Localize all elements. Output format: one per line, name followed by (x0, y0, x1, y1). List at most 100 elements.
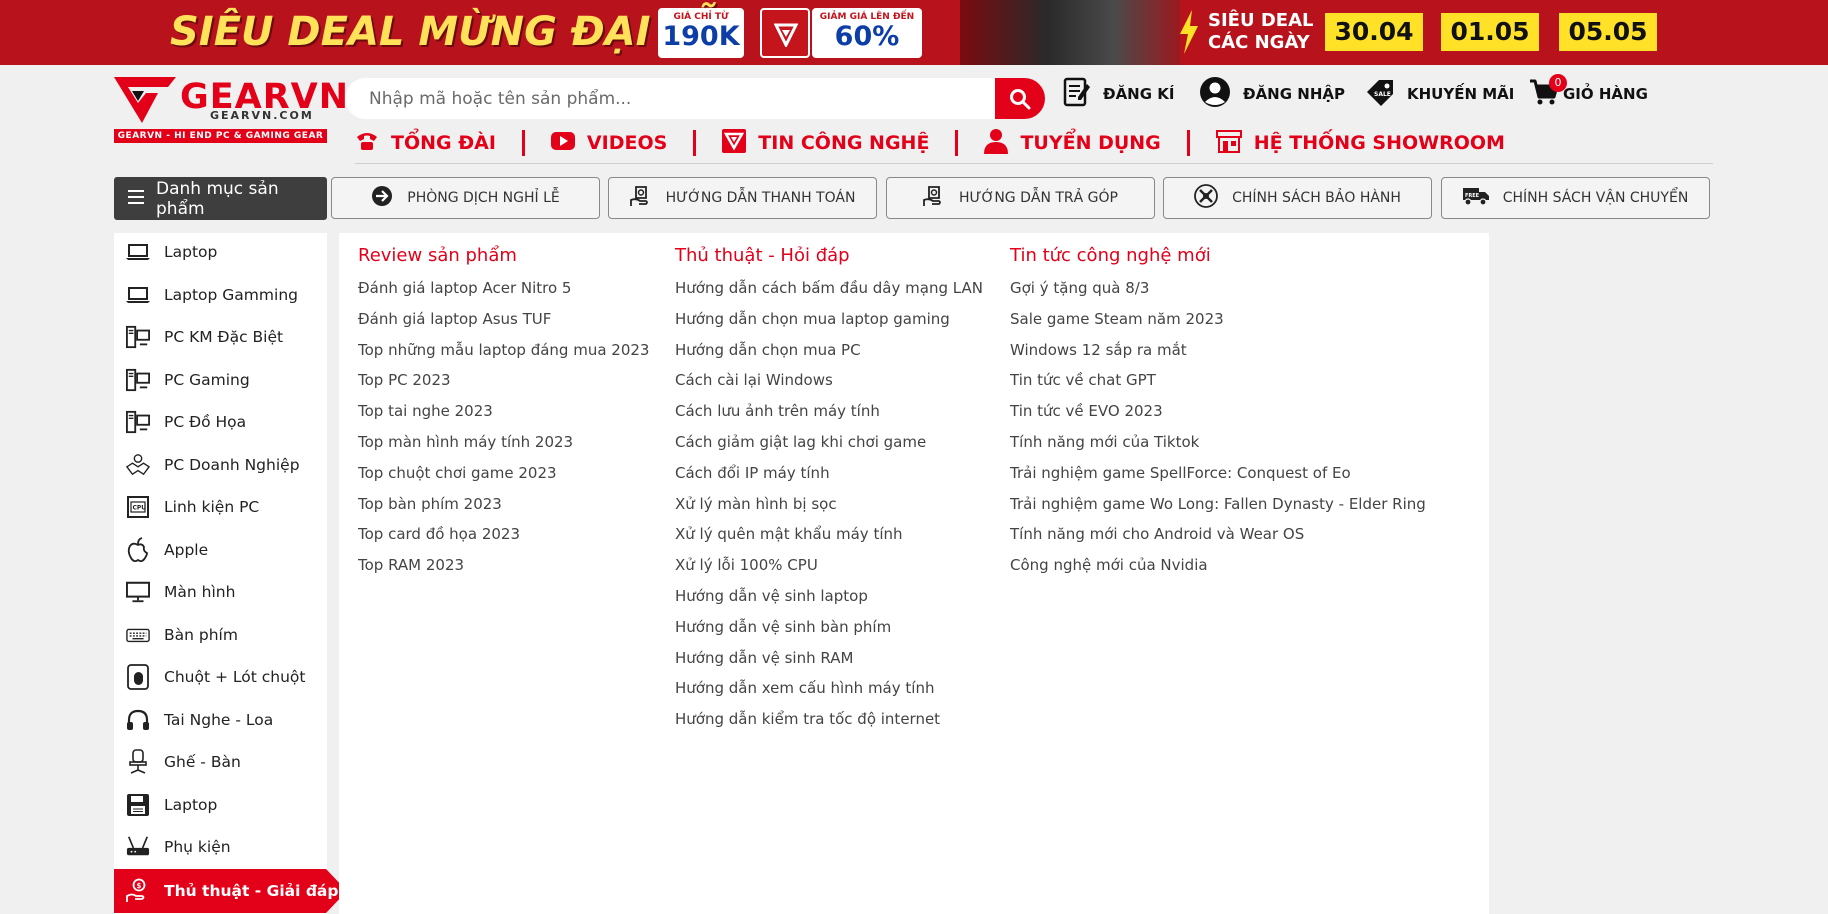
menu-link[interactable]: Top PC 2023 (358, 365, 649, 396)
menu-link[interactable]: Top RAM 2023 (358, 550, 649, 581)
menu-link[interactable]: Công nghệ mới của Nvidia (1010, 550, 1426, 581)
sidebar-item-accessories[interactable]: Phụ kiện (114, 829, 327, 865)
shipping-policy-button[interactable]: FREE CHÍNH SÁCH VẬN CHUYỂN (1441, 177, 1710, 219)
register-form-icon (1063, 76, 1091, 112)
cart-link[interactable]: 0 GIỎ HÀNG (1529, 74, 1648, 113)
nav-tech-news-label: TIN CÔNG NGHỆ (758, 132, 930, 154)
category-menu-button[interactable]: Danh mục sản phẩm (114, 177, 327, 220)
sidebar-item-label: Bàn phím (164, 626, 238, 644)
menu-link[interactable]: Hướng dẫn vệ sinh bàn phím (675, 612, 983, 643)
sidebar-item-chair[interactable]: Ghế - Bàn (114, 744, 327, 780)
menu-link[interactable]: Top card đồ họa 2023 (358, 519, 649, 550)
gearvn-logo[interactable]: GEARVN GEARVN.COM GEARVN - HI END PC & G… (114, 77, 348, 143)
truck-icon: FREE (1462, 186, 1489, 210)
menu-link[interactable]: Cách đổi IP máy tính (675, 458, 983, 489)
menu-link[interactable]: Hướng dẫn xem cấu hình máy tính (675, 673, 983, 704)
sidebar-item-apple[interactable]: Apple (114, 532, 327, 568)
sidebar-item-mouse[interactable]: Chuột + Lót chuột (114, 659, 327, 695)
nav-recruit[interactable]: TUYỂN DỤNG (984, 128, 1161, 159)
promo-banner[interactable]: SIÊU DEAL MỪNG ĐẠI LỄ GIÁ CHỈ TỪ 190K GI… (0, 0, 1828, 65)
menu-link[interactable]: Hướng dẫn chọn mua laptop gaming (675, 304, 983, 335)
search-button[interactable] (995, 78, 1045, 119)
sidebar-item-components[interactable]: CPU Linh kiện PC (114, 489, 327, 525)
menu-link[interactable]: Xử lý lỗi 100% CPU (675, 550, 983, 581)
search-input[interactable] (369, 78, 979, 119)
menu-link[interactable]: Top màn hình máy tính 2023 (358, 427, 649, 458)
register-link[interactable]: ĐĂNG KÍ (1063, 75, 1174, 113)
svg-text:SALE: SALE (1374, 91, 1391, 98)
menu-link[interactable]: Tính năng mới của Tiktok (1010, 427, 1426, 458)
payment-guide-button[interactable]: HƯỚNG DẪN THANH TOÁN (608, 177, 877, 219)
menu-link[interactable]: Hướng dẫn vệ sinh laptop (675, 581, 983, 612)
sidebar-item-label: Thủ thuật - Giải đáp (164, 882, 339, 900)
menu-link[interactable]: Cách cài lại Windows (675, 365, 983, 396)
menu-link[interactable]: Hướng dẫn kiểm tra tốc độ internet (675, 704, 983, 735)
sidebar-item-monitor[interactable]: Màn hình (114, 574, 327, 610)
menu-link[interactable]: Hướng dẫn cách bấm đầu dây mạng LAN (675, 273, 983, 304)
laptop-icon (126, 240, 150, 264)
banner-products-image (960, 0, 1180, 65)
banner-discount-box: GIẢM GIÁ LÊN ĐẾN 60% (812, 8, 922, 58)
menu-link[interactable]: Hướng dẫn chọn mua PC (675, 335, 983, 366)
menu-link[interactable]: Trải nghiệm game Wo Long: Fallen Dynasty… (1010, 489, 1426, 520)
sidebar-item-laptop-2[interactable]: Laptop (114, 787, 327, 823)
nav-showroom[interactable]: HỆ THỐNG SHOWROOM (1215, 129, 1505, 158)
sidebar-item-label: PC Gaming (164, 371, 250, 389)
menu-link[interactable]: Đánh giá laptop Asus TUF (358, 304, 649, 335)
menu-link[interactable]: Trải nghiệm game SpellForce: Conquest of… (1010, 458, 1426, 489)
menu-link[interactable]: Windows 12 sắp ra mắt (1010, 335, 1426, 366)
nav-divider (521, 130, 525, 156)
menu-link[interactable]: Xử lý màn hình bị sọc (675, 489, 983, 520)
menu-column-title[interactable]: Thủ thuật - Hỏi đáp (675, 243, 983, 269)
login-link[interactable]: ĐĂNG NHẬP (1199, 75, 1345, 113)
sidebar-item-pc-gaming[interactable]: PC Gaming (114, 362, 327, 398)
sidebar-item-label: Laptop Gamming (164, 286, 298, 304)
floppy-icon (126, 793, 150, 817)
sidebar-item-pc-business[interactable]: PC Doanh Nghiệp (114, 447, 327, 483)
menu-link[interactable]: Cách lưu ảnh trên máy tính (675, 396, 983, 427)
menu-link[interactable]: Đánh giá laptop Acer Nitro 5 (358, 273, 649, 304)
menu-column-title[interactable]: Tin tức công nghệ mới (1010, 243, 1426, 269)
menu-link[interactable]: Top chuột chơi game 2023 (358, 458, 649, 489)
nav-videos[interactable]: VIDEOS (550, 131, 667, 155)
installment-guide-button[interactable]: HƯỚNG DẪN TRẢ GÓP (886, 177, 1155, 219)
sidebar-item-pc-graphics[interactable]: PC Đồ Họa (114, 404, 327, 440)
menu-column-title[interactable]: Review sản phẩm (358, 243, 649, 269)
banner-deal-line2: CÁC NGÀY (1208, 32, 1310, 53)
sidebar-item-label: PC KM Đặc Biệt (164, 328, 284, 346)
menu-link[interactable]: Top những mẫu laptop đáng mua 2023 (358, 335, 649, 366)
menu-link[interactable]: Tính năng mới cho Android và Wear OS (1010, 519, 1426, 550)
banner-discount-value: 60% (834, 21, 900, 52)
menu-link[interactable]: Tin tức về EVO 2023 (1010, 396, 1426, 427)
menu-link[interactable]: Xử lý quên mật khẩu máy tính (675, 519, 983, 550)
holiday-notice-button[interactable]: PHÒNG DỊCH NGHỈ LỄ (331, 177, 600, 219)
menu-link[interactable]: Top tai nghe 2023 (358, 396, 649, 427)
sidebar-item-laptop-gaming[interactable]: Laptop Gamming (114, 277, 327, 313)
pc-icon (126, 325, 150, 349)
nav-hotline[interactable]: TỔNG ĐÀI (355, 131, 496, 156)
cpu-icon: CPU (126, 495, 150, 519)
mouse-icon (126, 664, 150, 690)
sidebar-item-headphone[interactable]: Tai Nghe - Loa (114, 702, 327, 738)
menu-link[interactable]: Gợi ý tặng quà 8/3 (1010, 273, 1426, 304)
nav-tech-news[interactable]: TIN CÔNG NGHỆ (722, 128, 930, 158)
menu-link[interactable]: Top bàn phím 2023 (358, 489, 649, 520)
hamburger-icon (128, 189, 144, 209)
lightning-icon (1180, 10, 1198, 54)
sidebar-item-laptop[interactable]: Laptop (114, 234, 327, 270)
nav-divider (1186, 130, 1190, 156)
apple-icon (126, 537, 150, 563)
sidebar-item-pc-promo[interactable]: PC KM Đặc Biệt (114, 319, 327, 355)
banner-logo-icon (760, 8, 810, 58)
menu-link[interactable]: Sale game Steam năm 2023 (1010, 304, 1426, 335)
menu-link[interactable]: Tin tức về chat GPT (1010, 365, 1426, 396)
sidebar-item-keyboard[interactable]: Bàn phím (114, 617, 327, 653)
promo-link[interactable]: SALE KHUYẾN MÃI (1365, 75, 1514, 113)
promo-label: KHUYẾN MÃI (1407, 85, 1515, 103)
warranty-policy-button[interactable]: CHÍNH SÁCH BẢO HÀNH (1163, 177, 1432, 219)
menu-link[interactable]: Cách giảm giật lag khi chơi game (675, 427, 983, 458)
logo-tagline: GEARVN - HI END PC & GAMING GEAR (114, 129, 327, 143)
sidebar-item-tips[interactable]: $ Thủ thuật - Giải đáp (114, 869, 347, 913)
sidebar-item-label: PC Doanh Nghiệp (164, 456, 300, 474)
menu-link[interactable]: Hướng dẫn vệ sinh RAM (675, 643, 983, 674)
